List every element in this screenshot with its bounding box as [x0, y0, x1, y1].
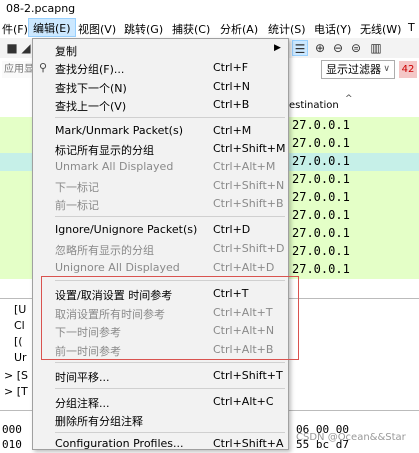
destination-cell: 27.0.0.1 — [292, 262, 350, 276]
detail-line[interactable]: > [T — [4, 385, 28, 398]
menu-statistics[interactable]: 统计(S) — [268, 21, 306, 37]
edit-menu: 复制 ▶ ⚲ 查找分组(F)... Ctrl+F 查找下一个(N) Ctrl+N… — [32, 38, 289, 450]
sort-ascending-icon: ^ — [345, 94, 353, 104]
menu-separator — [55, 362, 285, 363]
zoom-out-icon[interactable]: ⊖ — [330, 40, 346, 56]
menu-wireless[interactable]: 无线(W) — [360, 21, 401, 37]
title-bar: 08-2.pcapng — [0, 0, 419, 18]
menu-analyze[interactable]: 分析(A) — [220, 21, 258, 37]
detail-line[interactable]: > [S — [4, 369, 28, 382]
destination-cell: 27.0.0.1 — [292, 190, 350, 204]
menu-separator — [55, 432, 285, 433]
menu-item-mark-all-displayed[interactable]: 标记所有显示的分组 Ctrl+Shift+M — [33, 140, 288, 158]
menu-item-packet-comment[interactable]: 分组注释... Ctrl+Alt+C — [33, 393, 288, 411]
menu-separator — [55, 117, 285, 118]
colorize-icon[interactable]: ☰ — [292, 40, 308, 56]
detail-line[interactable]: [( — [14, 335, 23, 348]
watermark: CSDN @Ocean&&Star — [296, 432, 406, 443]
filter-expression-badge[interactable]: 42 — [399, 61, 417, 78]
menu-capture[interactable]: 捕获(C) — [172, 21, 210, 37]
bytes-offset: 010 — [2, 438, 22, 451]
destination-cell: 27.0.0.1 — [292, 244, 350, 258]
destination-cell: 27.0.0.1 — [292, 136, 350, 150]
menu-file[interactable]: 件(F) — [2, 21, 28, 37]
menu-item-next-time-reference[interactable]: 下一时间参考 Ctrl+Alt+N — [33, 322, 288, 340]
menu-tools[interactable]: T — [408, 21, 415, 34]
menu-item-copy[interactable]: 复制 ▶ — [33, 41, 288, 59]
menu-separator — [55, 216, 285, 217]
menu-item-mark-packet[interactable]: Mark/Unmark Packet(s) Ctrl+M — [33, 122, 288, 140]
menu-item-find-packet[interactable]: ⚲ 查找分组(F)... Ctrl+F — [33, 59, 288, 77]
resize-columns-icon[interactable]: ▥ — [368, 40, 384, 56]
submenu-arrow-icon: ▶ — [274, 43, 281, 53]
menu-item-ignore-all-displayed[interactable]: 忽略所有显示的分组 Ctrl+Shift+D — [33, 240, 288, 258]
zoom-in-icon[interactable]: ⊕ — [312, 40, 328, 56]
menu-item-unmark-all-displayed[interactable]: Unmark All Displayed Ctrl+Alt+M — [33, 158, 288, 176]
menu-go[interactable]: 跳转(G) — [124, 21, 163, 37]
menu-view[interactable]: 视图(V) — [78, 21, 116, 37]
menu-item-delete-all-comments[interactable]: 删除所有分组注释 — [33, 411, 288, 429]
menu-item-find-next[interactable]: 查找下一个(N) Ctrl+N — [33, 78, 288, 96]
destination-cell: 27.0.0.1 — [292, 208, 350, 222]
menu-separator — [55, 280, 285, 281]
detail-line[interactable]: Cl — [14, 319, 25, 332]
chevron-down-icon: ∨ — [383, 64, 390, 74]
menu-item-time-shift[interactable]: 时间平移... Ctrl+Shift+T — [33, 367, 288, 385]
detail-line[interactable]: [U — [14, 303, 26, 316]
menu-item-next-mark[interactable]: 下一标记 Ctrl+Shift+N — [33, 177, 288, 195]
display-filter-dropdown[interactable]: 显示过滤器 ∨ — [321, 60, 395, 79]
menu-item-find-previous[interactable]: 查找上一个(V) Ctrl+B — [33, 96, 288, 114]
menu-telephony[interactable]: 电话(Y) — [314, 21, 351, 37]
menu-item-configuration-profiles[interactable]: Configuration Profiles... Ctrl+Shift+A — [33, 435, 288, 453]
menu-item-previous-time-reference[interactable]: 前一时间参考 Ctrl+Alt+B — [33, 341, 288, 359]
menu-item-previous-mark[interactable]: 前一标记 Ctrl+Shift+B — [33, 195, 288, 213]
menu-separator — [55, 388, 285, 389]
zoom-reset-icon[interactable]: ⊜ — [348, 40, 364, 56]
search-icon: ⚲ — [38, 61, 48, 74]
menu-item-set-time-reference[interactable]: 设置/取消设置 时间参考 Ctrl+T — [33, 285, 288, 303]
display-filter-label: 显示过滤器 — [326, 63, 381, 76]
menu-edit[interactable]: 编辑(E) — [28, 18, 76, 37]
menu-bar: 件(F) 编辑(E) 视图(V) 跳转(G) 捕获(C) 分析(A) 统计(S)… — [0, 18, 419, 39]
destination-column-header[interactable]: estination — [289, 100, 339, 111]
menu-item-ignore-packet[interactable]: Ignore/Unignore Packet(s) Ctrl+D — [33, 221, 288, 239]
destination-cell: 27.0.0.1 — [292, 154, 350, 168]
menu-item-unset-all-time-references[interactable]: 取消设置所有时间参考 Ctrl+Alt+T — [33, 304, 288, 322]
window-title: 08-2.pcapng — [6, 2, 76, 15]
menu-item-unignore-all-displayed[interactable]: Unignore All Displayed Ctrl+Alt+D — [33, 259, 288, 277]
destination-cell: 27.0.0.1 — [292, 172, 350, 186]
detail-line[interactable]: Ur — [14, 351, 27, 364]
destination-cell: 27.0.0.1 — [292, 118, 350, 132]
destination-cell: 27.0.0.1 — [292, 226, 350, 240]
bytes-offset: 000 — [2, 423, 22, 436]
